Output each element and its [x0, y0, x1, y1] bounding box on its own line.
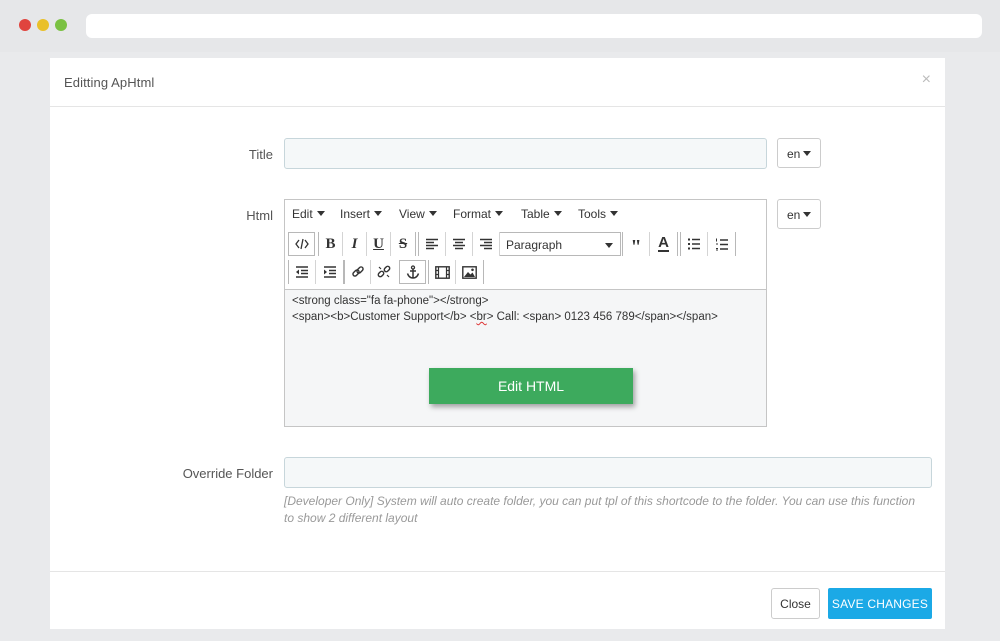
chevron-down-icon [803, 212, 812, 217]
override-folder-label: Override Folder [182, 466, 273, 481]
media-button[interactable] [429, 260, 456, 284]
menu-tools[interactable]: Tools [578, 207, 619, 221]
content-line: <span><b>Customer Support</b> <br> Call:… [292, 311, 718, 323]
content-text: > Call: <span> 0123 456 789</span></span… [486, 311, 718, 323]
content-line: <strong class="fa fa-phone"></strong> [292, 295, 489, 307]
chevron-down-icon [316, 211, 325, 216]
underline-icon: U [373, 235, 384, 252]
strikethrough-icon: S [398, 235, 408, 252]
link-group [344, 260, 397, 284]
bullet-list-button[interactable] [681, 232, 708, 256]
indent-icon [323, 266, 336, 278]
underline-button[interactable]: U [367, 232, 391, 256]
editor-menubar: Edit Insert View Format Table Tools [285, 200, 766, 228]
html-editor: Edit Insert View Format Table Tools B I … [284, 199, 767, 427]
unlink-icon [377, 265, 391, 278]
align-center-button[interactable] [446, 232, 473, 256]
align-right-button[interactable] [473, 232, 500, 256]
align-right-icon [480, 238, 492, 250]
window-minimize-dot[interactable] [37, 19, 49, 31]
window-maximize-dot[interactable] [55, 19, 67, 31]
italic-icon: I [351, 235, 358, 252]
menu-insert-label: Insert [340, 207, 371, 221]
close-button[interactable]: Close [771, 588, 820, 619]
indent-button[interactable] [316, 260, 343, 284]
menu-insert[interactable]: Insert [340, 207, 383, 221]
chevron-down-icon [605, 243, 613, 248]
anchor-button[interactable] [399, 260, 426, 284]
chevron-down-icon [610, 211, 619, 216]
edit-html-button[interactable]: Edit HTML [429, 368, 633, 404]
editor-content-area[interactable]: <strong class="fa fa-phone"></strong> <s… [285, 289, 766, 426]
blockquote-icon: " [630, 236, 642, 258]
strikethrough-button[interactable]: S [391, 232, 415, 256]
override-folder-help-text: [Developer Only] System will auto create… [284, 494, 916, 525]
indent-group [288, 260, 344, 284]
browser-chrome [0, 0, 1000, 52]
outdent-icon [296, 266, 308, 278]
bold-icon: B [325, 235, 336, 252]
menu-tools-label: Tools [578, 207, 607, 221]
override-folder-input[interactable] [284, 457, 932, 488]
blockquote-button[interactable]: " [623, 232, 650, 258]
title-language-label: en [787, 147, 801, 161]
list-group [680, 232, 736, 256]
chevron-down-icon [553, 211, 562, 216]
numbered-list-button[interactable] [708, 232, 735, 256]
link-icon [351, 266, 364, 277]
align-center-icon [453, 238, 465, 250]
align-left-icon [426, 238, 438, 250]
title-language-dropdown[interactable]: en [777, 138, 821, 168]
address-bar[interactable] [86, 14, 982, 38]
media-icon [434, 265, 450, 279]
close-icon[interactable]: × [922, 72, 931, 88]
title-label: Title [248, 147, 273, 162]
bold-button[interactable]: B [319, 232, 343, 256]
html-language-label: en [787, 208, 801, 222]
chevron-down-icon [428, 211, 437, 216]
menu-format-label: Format [453, 207, 492, 221]
text-color-icon: A [658, 234, 669, 252]
link-button[interactable] [345, 260, 371, 284]
menu-view[interactable]: View [399, 207, 437, 221]
save-changes-button[interactable]: SAVE CHANGES [828, 588, 932, 619]
html-label: Html [246, 208, 273, 223]
window-close-dot[interactable] [19, 19, 31, 31]
menu-table[interactable]: Table [521, 207, 562, 221]
modal-header: Editting ApHtml × [50, 58, 945, 107]
format-select[interactable]: Paragraph [500, 233, 621, 257]
format-select-value: Paragraph [506, 238, 563, 252]
menu-edit-label: Edit [292, 207, 313, 221]
anchor-icon [406, 265, 419, 279]
quote-color-group: " A [622, 232, 678, 258]
media-group [428, 260, 484, 284]
chevron-down-icon [374, 211, 383, 216]
source-code-icon [294, 238, 309, 250]
text-color-button[interactable]: A [650, 232, 677, 256]
image-icon [462, 265, 477, 279]
image-button[interactable] [456, 260, 483, 284]
menu-view-label: View [399, 207, 425, 221]
chevron-down-icon [803, 151, 812, 156]
chevron-down-icon [495, 211, 504, 216]
numbered-list-icon [715, 238, 728, 250]
text-style-group: B I U S [318, 232, 416, 256]
spellcheck-word: br [476, 311, 487, 323]
edit-modal: Editting ApHtml × Title en Html en Edit … [50, 58, 945, 629]
italic-button[interactable]: I [343, 232, 367, 256]
source-code-button[interactable] [288, 232, 315, 256]
content-text: <span><b>Customer Support</b> < [292, 311, 477, 323]
outdent-button[interactable] [289, 260, 316, 284]
modal-title: Editting ApHtml [64, 75, 155, 90]
menu-edit[interactable]: Edit [292, 207, 325, 221]
modal-footer: Close SAVE CHANGES [50, 571, 945, 629]
menu-table-label: Table [521, 207, 550, 221]
title-input[interactable] [284, 138, 767, 169]
unlink-button[interactable] [371, 260, 397, 284]
bullet-list-icon [688, 238, 700, 250]
align-left-button[interactable] [419, 232, 446, 256]
alignment-format-group: Paragraph [418, 232, 621, 256]
html-language-dropdown[interactable]: en [777, 199, 821, 229]
menu-format[interactable]: Format [453, 207, 504, 221]
